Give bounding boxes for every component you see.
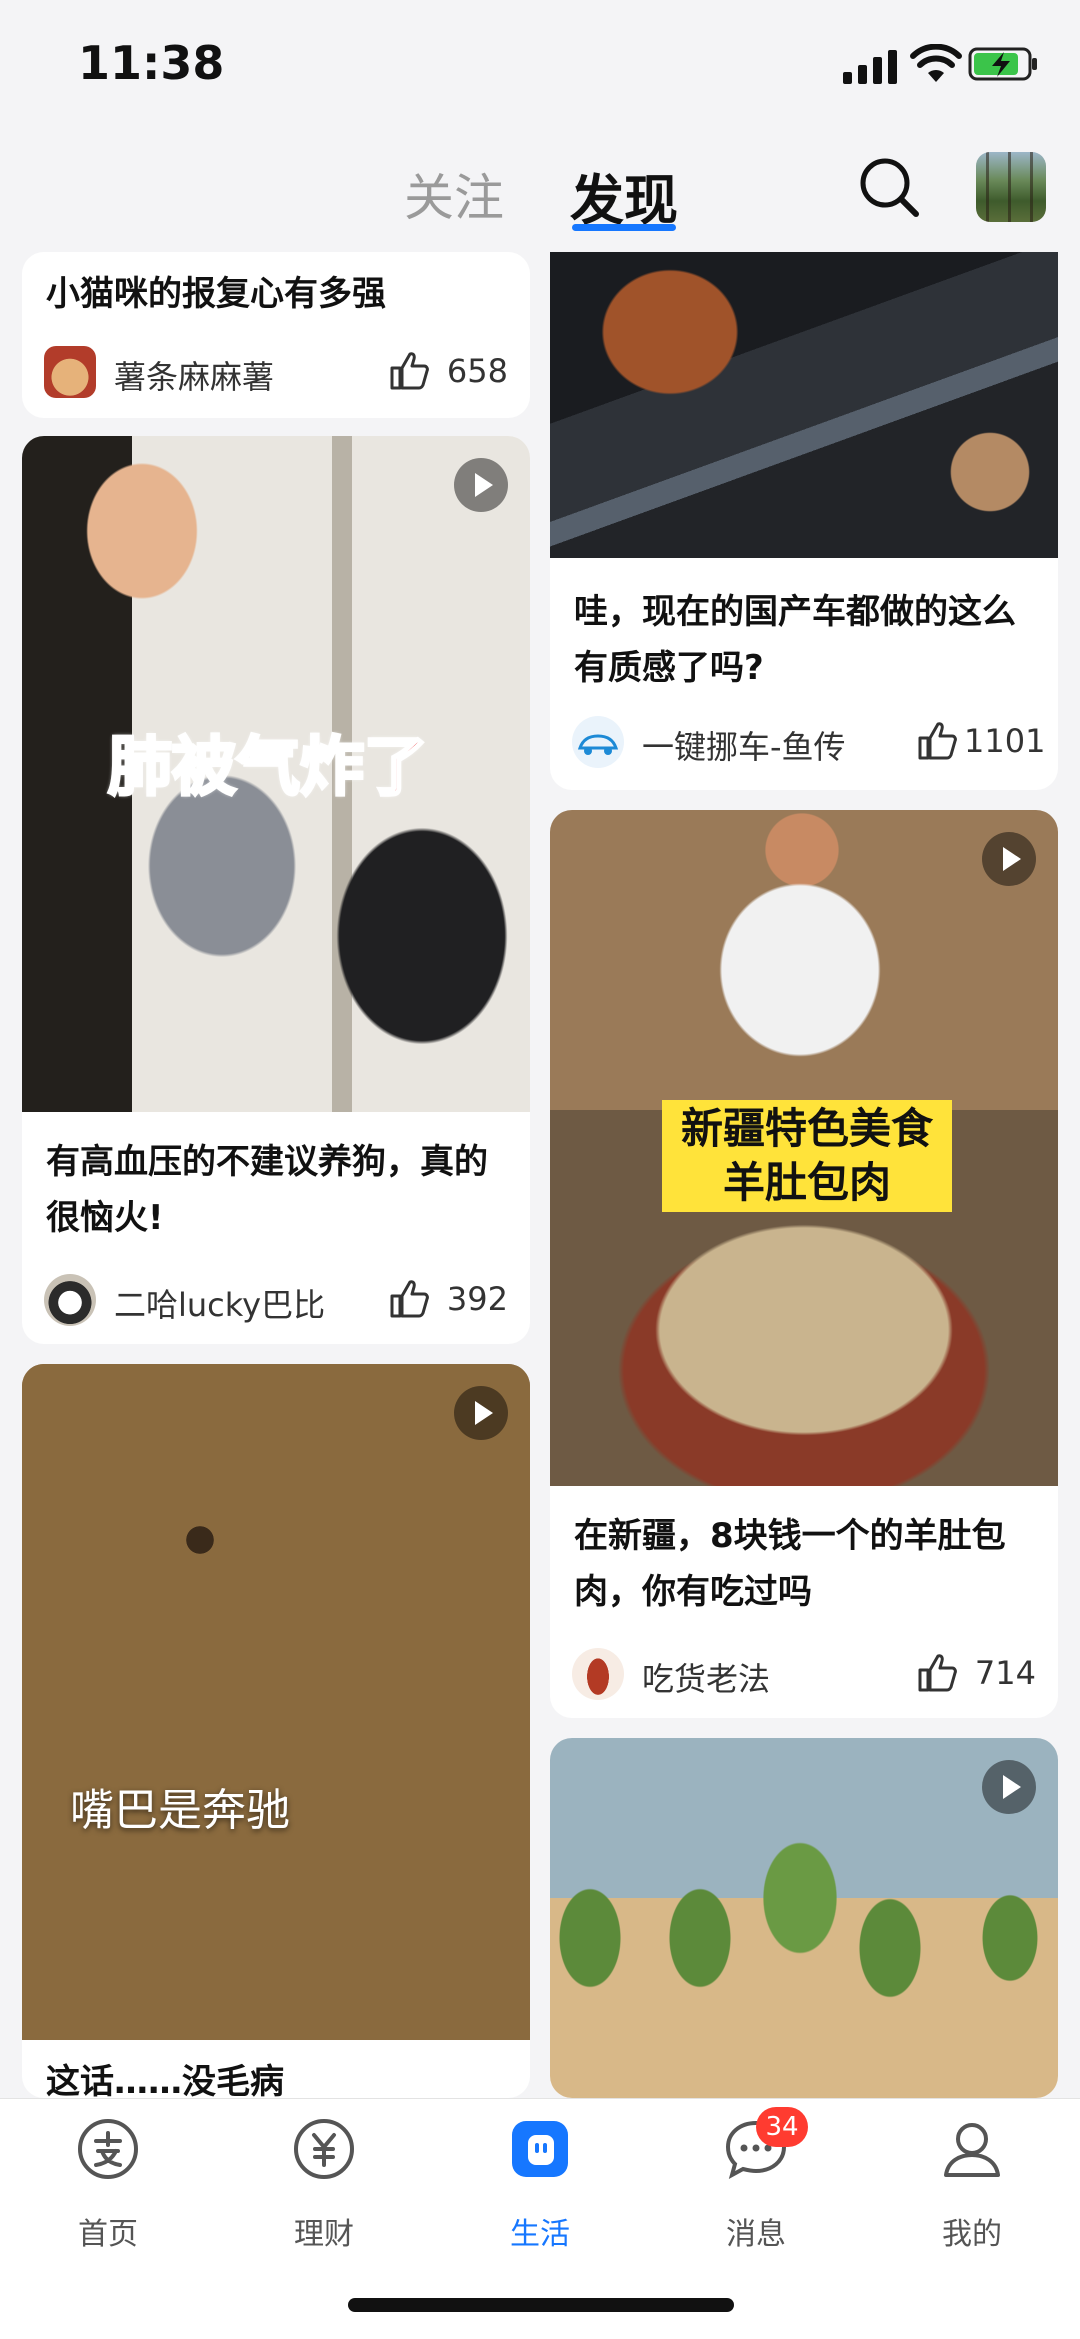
feed-card[interactable] [550, 1738, 1058, 2098]
tab-label: 我的 [942, 2217, 1002, 2252]
author-avatar[interactable] [44, 1274, 96, 1326]
play-icon [454, 458, 508, 512]
thumbs-up-icon[interactable] [388, 350, 430, 392]
author-avatar[interactable] [572, 716, 624, 768]
yuan-icon [294, 2119, 354, 2179]
video-overlay-caption: 嘴巴是奔驰 [70, 1785, 290, 1836]
card-meta: 吃货老法 714 [572, 1644, 1036, 1704]
tab-follow[interactable]: 关注 [404, 158, 504, 230]
person-icon [944, 2123, 1000, 2177]
play-icon [982, 1760, 1036, 1814]
life-icon [512, 2121, 568, 2177]
wifi-icon [910, 44, 962, 82]
author-name[interactable]: 一键挪车-鱼传 [642, 722, 846, 768]
thumbs-up-icon[interactable] [916, 720, 958, 762]
feed-card[interactable]: 嘴巴是奔驰 这话……没毛病 [22, 1364, 530, 2098]
active-tab-indicator [572, 224, 676, 231]
like-count: 392 [446, 1280, 508, 1318]
battery-charging-icon [968, 47, 1037, 81]
card-title: 小猫咪的报复心有多强 [46, 274, 386, 314]
top-nav: 关注 发现 [0, 130, 1080, 250]
card-meta: 薯条麻麻薯 658 [44, 342, 508, 402]
tab-home[interactable]: 首页 [46, 2117, 166, 2267]
like-count: 714 [974, 1654, 1036, 1692]
play-icon [982, 832, 1036, 886]
author-avatar[interactable] [572, 1648, 624, 1700]
tab-messages[interactable]: 34 消息 [694, 2107, 814, 2267]
tab-label: 首页 [78, 2217, 138, 2252]
card-meta: 二哈lucky巴比 392 [44, 1270, 508, 1330]
card-title: 有高血压的不建议养狗，真的很恼火! [46, 1142, 488, 1238]
unread-badge: 34 [756, 2107, 808, 2147]
tab-finance[interactable]: 理财 [262, 2117, 382, 2267]
tab-label: 消息 [726, 2217, 786, 2252]
like-count: 1101 [964, 722, 1046, 760]
status-bar: 11:38 [0, 0, 1080, 130]
tab-me[interactable]: 我的 [910, 2117, 1030, 2267]
tab-label: 理财 [294, 2217, 354, 2252]
feed-card[interactable]: 肺被气炸了 有高血压的不建议养狗，真的很恼火! 二哈lucky巴比 392 [22, 436, 530, 1344]
author-name[interactable]: 吃货老法 [642, 1654, 770, 1700]
feed-card[interactable]: 哇，现在的国产车都做的这么有质感了吗? 一键挪车-鱼传 1101 [550, 252, 1058, 790]
tab-label: 生活 [510, 2217, 570, 2252]
play-icon [454, 1386, 508, 1440]
user-avatar[interactable] [976, 152, 1046, 222]
card-image[interactable] [550, 252, 1058, 558]
search-icon[interactable] [856, 154, 922, 220]
overlay-line: 羊肚包肉 [722, 1158, 891, 1207]
card-image[interactable] [22, 1364, 530, 2040]
author-name[interactable]: 薯条麻麻薯 [114, 352, 274, 398]
card-title: 在新疆，8块钱一个的羊肚包肉，你有吃过吗 [574, 1516, 1006, 1612]
thumbs-up-icon[interactable] [916, 1652, 958, 1694]
feed-card[interactable]: 小猫咪的报复心有多强 薯条麻麻薯 658 [22, 252, 530, 418]
author-avatar[interactable] [44, 346, 96, 398]
home-indicator [348, 2298, 734, 2312]
clock: 11:38 [78, 36, 225, 90]
like-count: 658 [446, 352, 508, 390]
video-overlay-caption: 新疆特色美食 羊肚包肉 [662, 1100, 952, 1212]
card-title: 哇，现在的国产车都做的这么有质感了吗? [574, 592, 1016, 688]
video-overlay-caption: 肺被气炸了 [107, 730, 430, 807]
author-name[interactable]: 二哈lucky巴比 [114, 1280, 325, 1326]
feed-card[interactable]: 新疆特色美食 羊肚包肉 在新疆，8块钱一个的羊肚包肉，你有吃过吗 吃货老法 71… [550, 810, 1058, 1718]
alipay-home-icon [78, 2119, 138, 2179]
tab-life[interactable]: 生活 [478, 2117, 598, 2267]
thumbs-up-icon[interactable] [388, 1278, 430, 1320]
overlay-line: 新疆特色美食 [680, 1104, 933, 1153]
card-meta: 一键挪车-鱼传 1101 [572, 712, 1046, 772]
cellular-signal-icon [843, 50, 897, 84]
card-title: 这话……没毛病 [46, 2062, 284, 2098]
